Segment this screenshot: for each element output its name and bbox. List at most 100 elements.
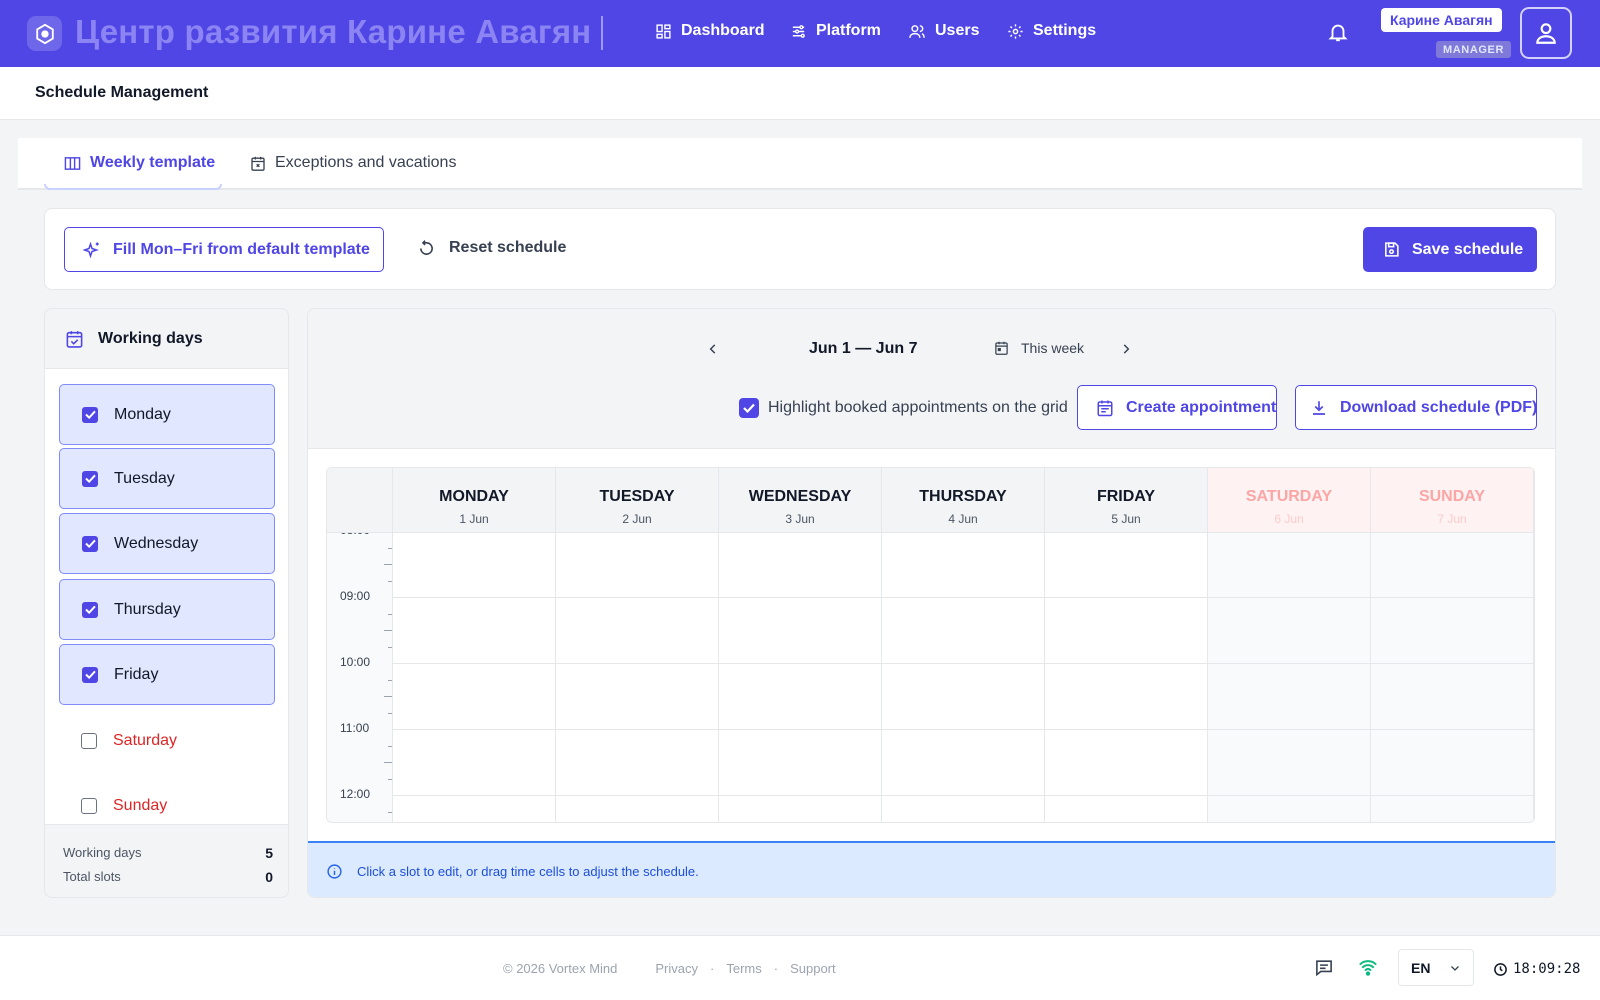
nav-dashboard-label: Dashboard xyxy=(681,22,765,39)
column-header-friday: FRIDAY 5 Jun xyxy=(1045,468,1208,533)
day-column-sunday[interactable] xyxy=(1371,533,1534,822)
day-toggle-thursday[interactable]: Thursday xyxy=(59,579,275,640)
fill-template-button[interactable]: Fill Mon–Fri from default template xyxy=(64,227,384,272)
checkbox-checked-icon[interactable] xyxy=(82,470,98,487)
day-column-wednesday[interactable] xyxy=(719,533,882,822)
brand-divider xyxy=(601,16,603,50)
checkbox-checked-icon[interactable] xyxy=(82,601,98,618)
nav-platform[interactable]: Platform xyxy=(790,22,881,40)
stat-value: 5 xyxy=(265,845,273,861)
info-banner: Click a slot to edit, or drag time cells… xyxy=(308,841,1555,897)
footer-links: © 2026 Vortex Mind Privacy · Terms · Sup… xyxy=(503,961,836,976)
checkbox-checked-icon[interactable] xyxy=(82,535,98,552)
column-header-tuesday: TUESDAY 2 Jun xyxy=(556,468,719,533)
checkbox-checked-icon[interactable] xyxy=(82,666,98,683)
user-icon xyxy=(1533,20,1559,46)
column-date: 3 Jun xyxy=(785,512,815,526)
logo-icon[interactable] xyxy=(27,16,62,51)
download-pdf-button[interactable]: Download schedule (PDF) xyxy=(1295,385,1537,430)
column-day-name: SATURDAY xyxy=(1245,488,1333,505)
nav-platform-label: Platform xyxy=(816,22,881,39)
day-toggle-saturday[interactable]: Saturday xyxy=(59,710,275,771)
day-toggle-monday[interactable]: Monday xyxy=(59,384,275,445)
week-range: Jun 1 — Jun 7 xyxy=(809,340,918,357)
info-icon xyxy=(326,863,343,880)
hour-label: 10:00 xyxy=(340,655,371,669)
bell-icon[interactable] xyxy=(1327,20,1349,44)
calendar-check-icon xyxy=(65,329,84,349)
user-name-badge[interactable]: Карине Авагян xyxy=(1381,8,1502,32)
gear-icon xyxy=(1007,23,1024,40)
user-role-badge: MANAGER xyxy=(1436,41,1512,58)
users-icon xyxy=(908,23,926,40)
highlight-booked-label: Highlight booked appointments on the gri… xyxy=(768,399,1068,416)
day-label: Sunday xyxy=(113,796,168,814)
checkbox-checked-icon[interactable] xyxy=(739,398,759,418)
page-header xyxy=(0,67,1600,120)
create-appointment-button[interactable]: Create appointment xyxy=(1077,385,1277,430)
tab-weekly-template-label: Weekly template xyxy=(90,154,216,171)
reset-schedule-button[interactable]: Reset schedule xyxy=(418,239,566,257)
hour-label: 09:00 xyxy=(340,589,371,603)
stat-value: 0 xyxy=(265,869,273,885)
footer: © 2026 Vortex Mind Privacy · Terms · Sup… xyxy=(0,935,1600,1000)
chevron-right-icon[interactable] xyxy=(1119,342,1133,356)
day-column-saturday[interactable] xyxy=(1208,533,1371,822)
chat-icon[interactable] xyxy=(1314,958,1334,977)
day-toggle-wednesday[interactable]: Wednesday xyxy=(59,513,275,574)
day-column-tuesday[interactable] xyxy=(556,533,719,822)
column-date: 6 Jun xyxy=(1274,512,1304,526)
grid-corner xyxy=(327,468,393,533)
calendar-icon xyxy=(994,340,1009,356)
save-schedule-button[interactable]: Save schedule xyxy=(1363,227,1537,272)
checkbox-unchecked-icon[interactable] xyxy=(81,797,97,814)
footer-link-privacy[interactable]: Privacy xyxy=(655,961,698,976)
clock-icon xyxy=(1493,962,1508,977)
columns-icon xyxy=(64,156,81,171)
day-column-thursday[interactable] xyxy=(882,533,1045,822)
tab-weekly-template[interactable]: Weekly template xyxy=(64,154,215,172)
stat-total-slots: Total slots 0 xyxy=(63,869,273,885)
day-label: Thursday xyxy=(114,600,181,618)
quarter-tick xyxy=(384,564,392,565)
tab-exceptions[interactable]: Exceptions and vacations xyxy=(250,154,456,172)
hour-gridline xyxy=(393,663,1534,664)
schedule-toolbar: Fill Mon–Fri from default template Reset… xyxy=(44,208,1556,290)
language-select[interactable]: EN xyxy=(1398,949,1474,986)
schedule-grid: MONDAY 1 Jun TUESDAY 2 Jun WEDNESDAY 3 Jun THU… xyxy=(326,467,1535,823)
avatar[interactable] xyxy=(1520,7,1572,59)
this-week-button[interactable]: This week xyxy=(994,340,1084,356)
nav-users[interactable]: Users xyxy=(908,22,979,40)
column-day-name: THURSDAY xyxy=(919,488,1007,505)
highlight-booked-toggle[interactable]: Highlight booked appointments on the gri… xyxy=(739,398,1068,418)
stat-working-days: Working days 5 xyxy=(63,845,273,861)
column-day-name: SUNDAY xyxy=(1418,488,1486,505)
column-day-name: FRIDAY xyxy=(1096,488,1156,505)
footer-link-terms[interactable]: Terms xyxy=(726,961,761,976)
language-value: EN xyxy=(1411,959,1431,976)
working-days-summary: Working days 5 Total slots 0 xyxy=(45,824,288,897)
day-toggle-friday[interactable]: Friday xyxy=(59,644,275,705)
download-pdf-label: Download schedule (PDF) xyxy=(1340,398,1538,416)
nav-users-label: Users xyxy=(935,22,980,39)
day-column-friday[interactable] xyxy=(1045,533,1208,822)
wifi-icon xyxy=(1358,958,1378,976)
day-label: Wednesday xyxy=(114,534,199,552)
calendar-header: Jun 1 — Jun 7 This week Highlight booked… xyxy=(308,309,1555,449)
nav-dashboard[interactable]: Dashboard xyxy=(655,22,765,40)
checkbox-checked-icon[interactable] xyxy=(82,406,98,423)
day-label: Saturday xyxy=(113,731,178,749)
nav-settings-label: Settings xyxy=(1033,22,1097,39)
download-icon xyxy=(1310,399,1328,417)
chevron-left-icon[interactable] xyxy=(706,342,720,356)
day-label: Monday xyxy=(114,405,171,423)
nav-settings[interactable]: Settings xyxy=(1007,22,1096,40)
footer-link-support[interactable]: Support xyxy=(790,961,836,976)
day-column-monday[interactable] xyxy=(393,533,556,822)
tab-active-indicator xyxy=(44,184,222,190)
create-appointment-label: Create appointment xyxy=(1126,398,1277,416)
stat-label: Working days xyxy=(63,845,142,860)
checkbox-unchecked-icon[interactable] xyxy=(81,732,97,749)
day-toggle-tuesday[interactable]: Tuesday xyxy=(59,448,275,509)
column-day-name: MONDAY xyxy=(439,488,509,505)
